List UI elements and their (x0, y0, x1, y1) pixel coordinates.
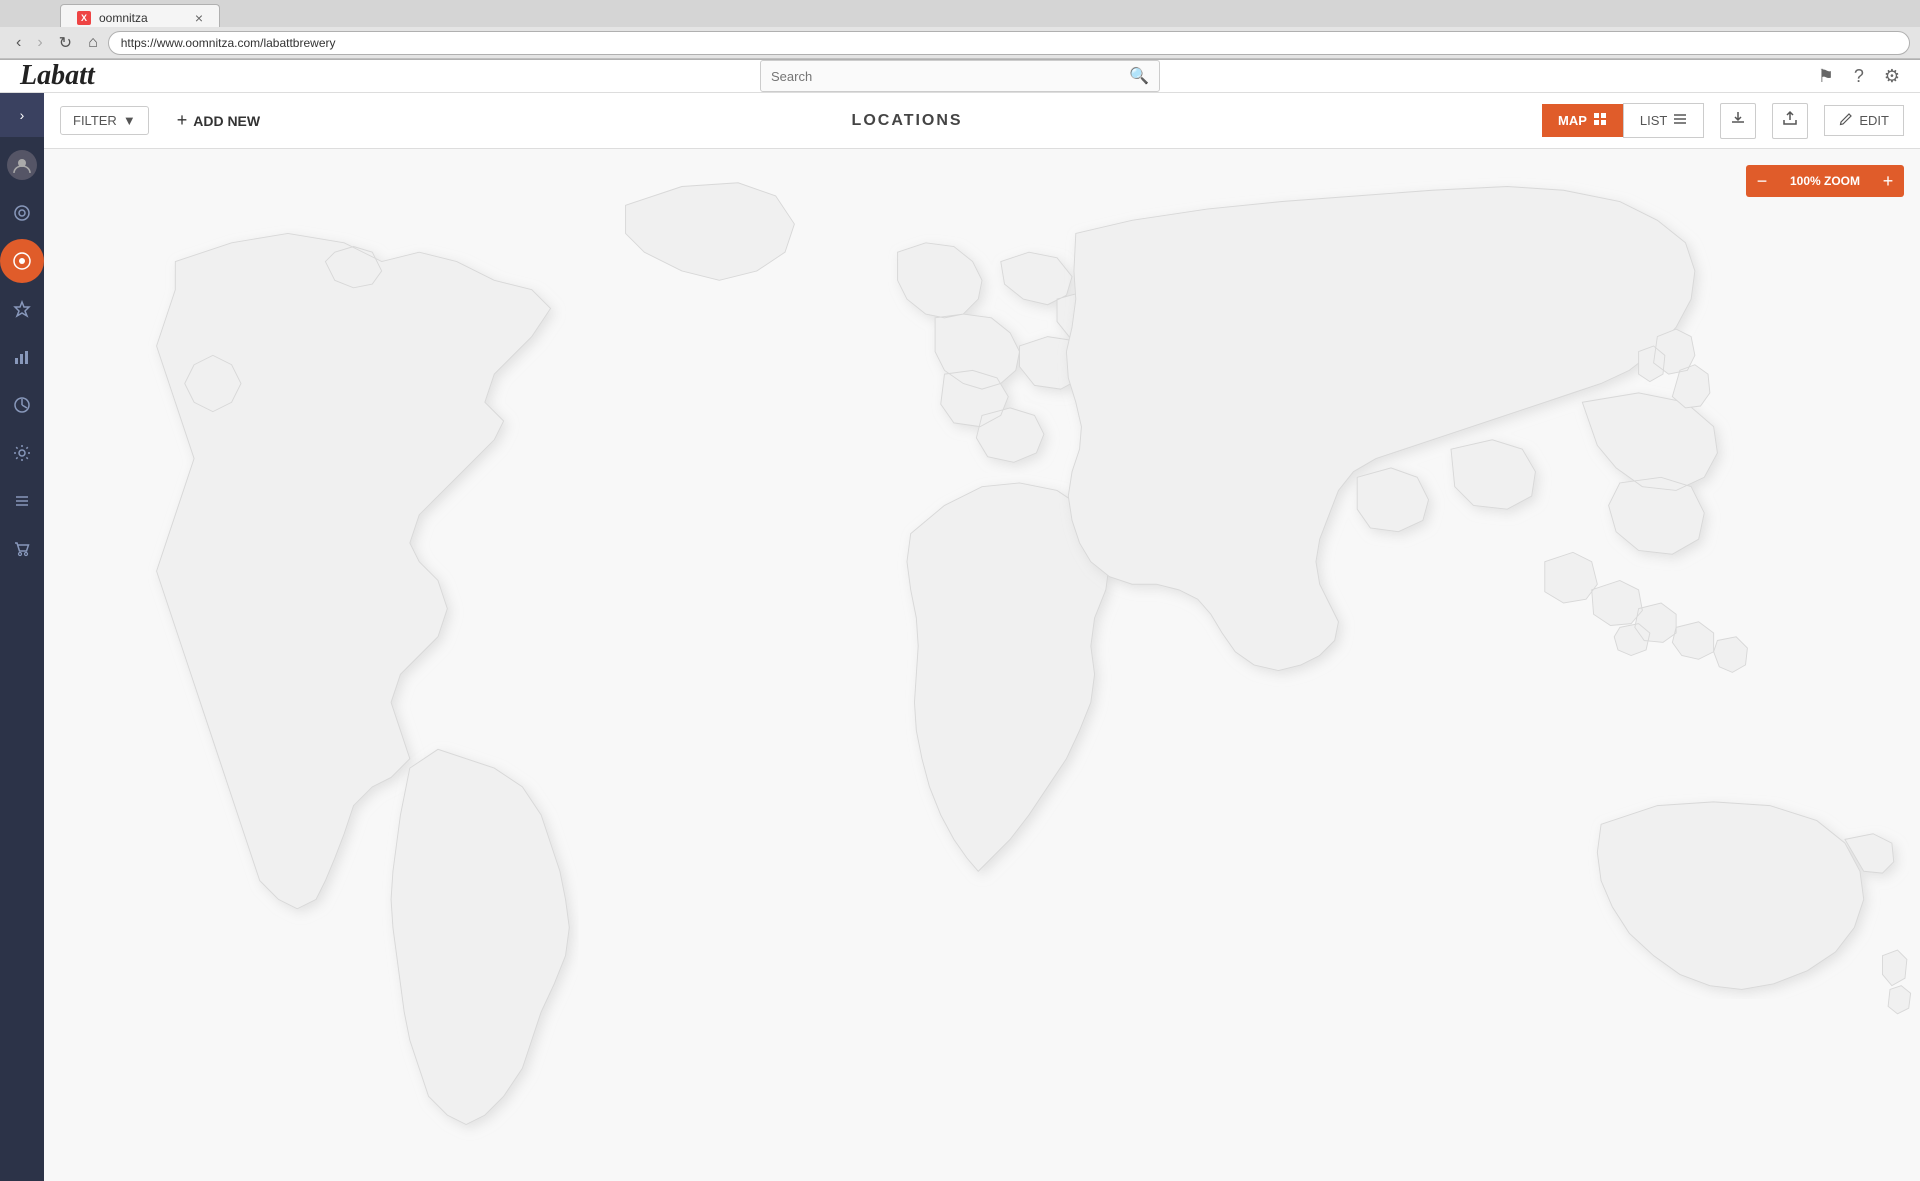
sidebar-item-analytics[interactable] (0, 335, 44, 379)
app-header: Labatt 🔍 ⚑ ? ⚙ (0, 60, 1920, 93)
nav-home-button[interactable]: ⌂ (82, 32, 104, 54)
url-text: https://www.oomnitza.com/labattbrewery (121, 36, 336, 50)
header-actions: ⚑ ? ⚙ (1818, 66, 1900, 87)
help-button[interactable]: ? (1854, 66, 1864, 87)
map-grid-icon (1593, 112, 1607, 129)
download-button[interactable] (1720, 103, 1756, 139)
sidebar-item-dashboard[interactable] (0, 191, 44, 235)
zoom-control: − 100% ZOOM + (1746, 165, 1904, 197)
zoom-minus-button[interactable]: − (1746, 165, 1778, 197)
sidebar-item-list[interactable] (0, 479, 44, 523)
tab-favicon: X (77, 11, 91, 25)
filter-dropdown-icon: ▼ (123, 113, 136, 128)
sidebar-item-store[interactable] (0, 527, 44, 571)
list-lines-icon (1673, 112, 1687, 129)
map-view-button[interactable]: MAP (1542, 104, 1623, 137)
url-bar[interactable]: https://www.oomnitza.com/labattbrewery (108, 31, 1910, 55)
filter-label: FILTER (73, 113, 117, 128)
filter-button[interactable]: FILTER ▼ (60, 106, 149, 135)
share-icon (1782, 110, 1798, 131)
view-toggle: MAP LIST (1542, 103, 1704, 138)
sidebar-item-settings[interactable] (0, 431, 44, 475)
edit-pencil-icon (1839, 112, 1853, 129)
app-logo: Labatt (20, 60, 95, 92)
edit-button[interactable]: EDIT (1824, 105, 1904, 136)
flag-button[interactable]: ⚑ (1818, 66, 1834, 87)
settings-icon: ⚙ (1884, 66, 1900, 86)
share-button[interactable] (1772, 103, 1808, 139)
page-title: LOCATIONS (288, 112, 1526, 130)
help-icon: ? (1854, 66, 1864, 86)
zoom-plus-button[interactable]: + (1872, 165, 1904, 197)
sidebar-item-locations[interactable] (0, 239, 44, 283)
sidebar-item-favorites[interactable] (0, 287, 44, 331)
list-view-button[interactable]: LIST (1623, 103, 1704, 138)
search-input[interactable] (771, 69, 1121, 84)
settings-button[interactable]: ⚙ (1884, 66, 1900, 87)
world-map (44, 149, 1920, 1181)
edit-label: EDIT (1859, 113, 1889, 128)
user-avatar (7, 150, 37, 180)
nav-refresh-button[interactable]: ↻ (53, 31, 78, 55)
list-view-label: LIST (1640, 113, 1667, 128)
search-bar[interactable]: 🔍 (760, 60, 1160, 92)
map-area[interactable]: − 100% ZOOM + (44, 149, 1920, 1181)
nav-forward-button[interactable]: › (31, 32, 48, 54)
tab-close-icon[interactable]: × (195, 10, 203, 26)
toolbar: FILTER ▼ + ADD NEW LOCATIONS MAP (44, 93, 1920, 149)
zoom-level-label: 100% ZOOM (1778, 174, 1872, 188)
add-icon: + (177, 110, 188, 131)
tab-title: oomnitza (99, 11, 148, 25)
sidebar-item-avatar[interactable] (0, 143, 44, 187)
download-icon (1730, 110, 1746, 131)
map-view-label: MAP (1558, 113, 1587, 128)
sidebar: › (0, 93, 44, 1181)
add-new-label: ADD NEW (193, 113, 260, 129)
nav-back-button[interactable]: ‹ (10, 32, 27, 54)
search-icon: 🔍 (1129, 66, 1149, 86)
sidebar-item-reports[interactable] (0, 383, 44, 427)
flag-icon: ⚑ (1818, 66, 1834, 86)
sidebar-expand-button[interactable]: › (0, 93, 44, 137)
add-new-button[interactable]: + ADD NEW (165, 104, 272, 137)
